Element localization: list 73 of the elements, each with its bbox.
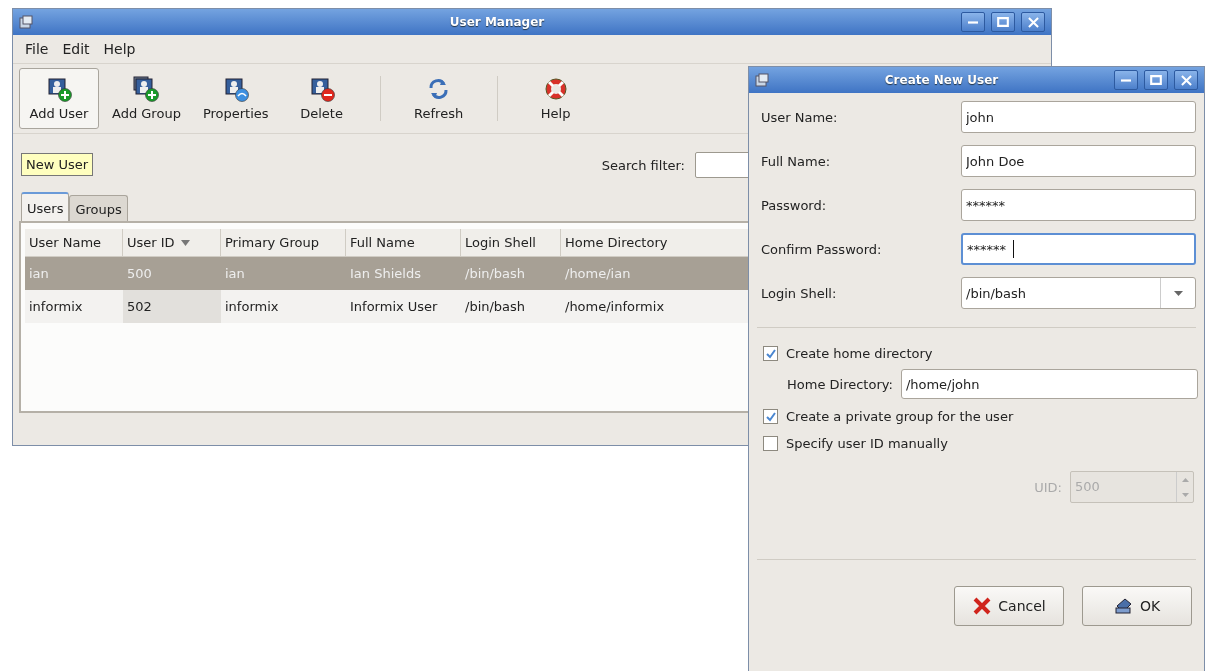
cancel-button[interactable]: Cancel	[954, 586, 1064, 626]
column-header[interactable]: Full Name	[346, 229, 461, 257]
close-icon	[1180, 74, 1192, 86]
toolbar-button[interactable]: Add User	[19, 68, 99, 129]
field-label: Home Directory:	[787, 376, 893, 392]
toolbar-button[interactable]: Refresh	[398, 68, 479, 129]
lifebuoy-icon	[542, 76, 569, 102]
close-button[interactable]	[1174, 70, 1198, 90]
dropdown-arrow-icon	[1173, 290, 1183, 296]
checkbox-option[interactable]: Create home directory	[749, 340, 1204, 367]
tab[interactable]: Users	[21, 192, 70, 221]
search-label: Search filter:	[601, 157, 685, 173]
column-header[interactable]: Primary Group	[221, 229, 346, 257]
window-icon	[755, 73, 769, 87]
table-cell[interactable]: informix	[25, 290, 123, 323]
user-properties-icon	[222, 76, 249, 102]
column-header[interactable]: Login Shell	[461, 229, 561, 257]
check-icon	[765, 411, 776, 422]
checkbox[interactable]	[763, 346, 778, 361]
toolbar-button[interactable]: Delete	[281, 68, 362, 129]
menu-item[interactable]: File	[25, 41, 49, 57]
column-header[interactable]: User ID	[123, 229, 221, 257]
field-label: UID:	[1034, 479, 1062, 495]
close-button[interactable]	[1021, 12, 1045, 32]
minimize-icon	[967, 20, 979, 24]
dialog-title: Create New User	[883, 73, 1000, 87]
text-field[interactable]: /home/john	[900, 369, 1198, 399]
table-cell[interactable]: 502	[123, 290, 221, 323]
ok-button[interactable]: OK	[1082, 586, 1192, 626]
column-header[interactable]: User Name	[25, 229, 123, 257]
menu-item[interactable]: Help	[103, 41, 136, 57]
tab[interactable]: Groups	[69, 195, 128, 221]
cancel-icon	[972, 596, 993, 616]
close-icon	[1027, 16, 1039, 28]
checkbox-label: Create a private group for the user	[786, 409, 1014, 424]
check-icon	[765, 348, 776, 359]
checkbox-option[interactable]: Specify user ID manually	[749, 430, 1204, 457]
maximize-button[interactable]	[1144, 70, 1168, 90]
user-delete-icon	[308, 76, 335, 102]
ok-icon	[1113, 596, 1134, 616]
maximize-button[interactable]	[991, 12, 1015, 32]
text-field[interactable]: john	[961, 101, 1196, 133]
user-add-icon	[46, 76, 72, 102]
checkbox-label: Specify user ID manually	[786, 436, 948, 451]
minimize-button[interactable]	[961, 12, 985, 32]
minimize-icon	[1120, 78, 1132, 82]
maximize-icon	[1150, 75, 1162, 85]
toolbar-button[interactable]: Help	[515, 68, 596, 129]
checkbox-option[interactable]: Create a private group for the user	[749, 403, 1204, 430]
table-cell[interactable]: Informix User	[346, 290, 461, 323]
table-cell[interactable]: /bin/bash	[461, 290, 561, 323]
checkbox[interactable]	[763, 436, 778, 451]
maximize-icon	[997, 17, 1009, 27]
group-add-icon	[133, 76, 160, 102]
login-shell-dropdown[interactable]: /bin/bash	[961, 277, 1196, 309]
field-label: Full Name:	[761, 153, 832, 169]
window-icon	[19, 15, 33, 29]
minimize-button[interactable]	[1114, 70, 1138, 90]
checkbox[interactable]	[763, 409, 778, 424]
field-label: User Name:	[761, 109, 839, 125]
window-title: User Manager	[448, 15, 546, 29]
field-label: Password:	[761, 197, 828, 213]
checkbox-label: Create home directory	[786, 346, 933, 361]
password-field[interactable]: ******	[961, 233, 1196, 265]
toolbar-button[interactable]: Properties	[193, 68, 278, 129]
tooltip: New User	[21, 153, 94, 176]
sort-arrow-icon	[180, 239, 190, 246]
menu-item[interactable]: Edit	[62, 41, 90, 57]
table-cell[interactable]: informix	[221, 290, 346, 323]
toolbar-button[interactable]: Add Group	[103, 68, 190, 129]
password-field[interactable]: ******	[961, 189, 1196, 221]
text-field[interactable]: John Doe	[961, 145, 1196, 177]
text-cursor	[1012, 240, 1014, 258]
